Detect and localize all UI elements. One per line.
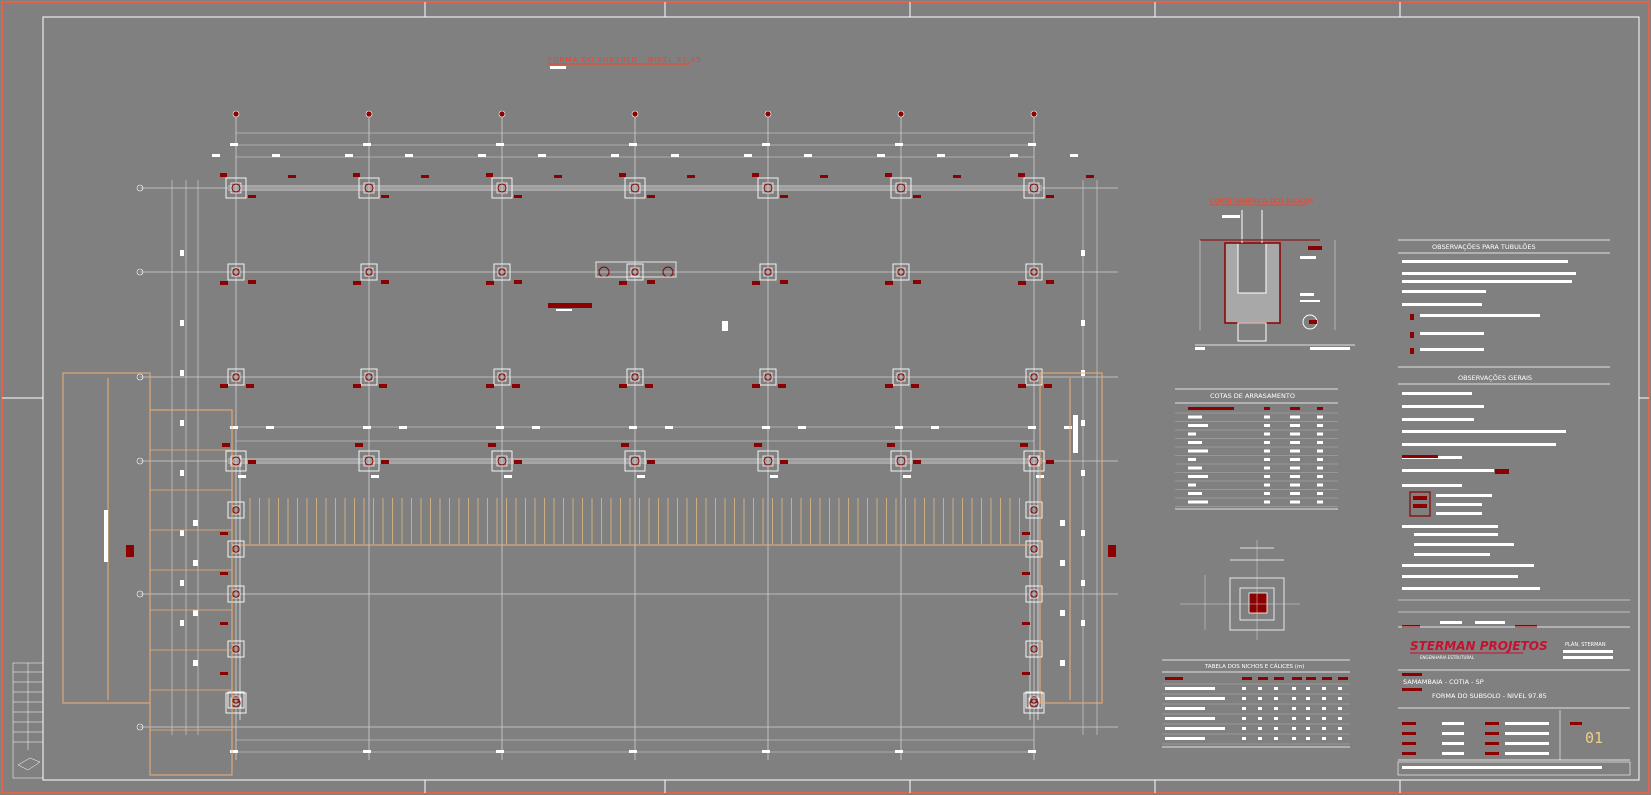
- grid-bubble: [631, 110, 639, 118]
- grid-bubble: [232, 110, 240, 118]
- grid-bubble: [764, 110, 772, 118]
- project-location: SAMAMBAIA - COTIA - SP: [1403, 678, 1484, 686]
- cad-drawing-sheet: FORMA DO SUBSOLO - NIVEL 97,85 CORTE GEN…: [1, 1, 1650, 794]
- cotas-table-title: COTAS DE ARRASAMENTO: [1210, 392, 1295, 400]
- grid-bubble: [897, 110, 905, 118]
- legend-box: [12, 662, 44, 779]
- section-detail: CORTE GENÉRICO DOS BLOCOS: [1195, 196, 1355, 350]
- ramp-structures: [62, 372, 1103, 776]
- drawing-title: FORMA DO SUBSOLO - NIVEL 97,85: [548, 56, 702, 64]
- border-ticks: [2, 2, 1649, 793]
- company-name: STERMAN PROJETOS: [1410, 639, 1548, 653]
- general-notes-title: OBSERVAÇÕES GERAIS: [1458, 373, 1532, 382]
- section-title: CORTE GENÉRICO DOS BLOCOS: [1210, 196, 1313, 205]
- table-cotas: COTAS DE ARRASAMENTO: [1175, 388, 1338, 510]
- sheet-outer-border: [1, 1, 1650, 794]
- tubuloes-notes-title: OBSERVAÇÕES PARA TUBULÕES: [1432, 242, 1536, 251]
- nichos-table-title: TABELA DOS NICHOS E CÁLICES (m): [1204, 663, 1304, 670]
- grid-bubble: [498, 110, 506, 118]
- drawing-name: FORMA DO SUBSOLO - NIVEL 97.85: [1432, 692, 1547, 700]
- title-block: STERMAN PROJETOS ENGENHARIA ESTRUTURAL P…: [1397, 626, 1631, 776]
- floor-plan: [62, 110, 1118, 776]
- ramp-arrows: [126, 545, 1116, 557]
- grid-bubble: [365, 110, 373, 118]
- block-plan-detail: [1180, 540, 1300, 640]
- sheet-number: 01: [1585, 729, 1603, 747]
- notes-panel: OBSERVAÇÕES PARA TUBULÕES OBSERVAÇÕES GE…: [1398, 239, 1630, 628]
- plan-label: PLÁN. STERMAN: [1565, 641, 1606, 648]
- sheet-inner-border: [42, 16, 1640, 781]
- grid-bubble: [1030, 110, 1038, 118]
- table-nichos: TABELA DOS NICHOS E CÁLICES (m): [1162, 659, 1350, 748]
- company-subtitle: ENGENHARIA ESTRUTURAL: [1420, 655, 1475, 660]
